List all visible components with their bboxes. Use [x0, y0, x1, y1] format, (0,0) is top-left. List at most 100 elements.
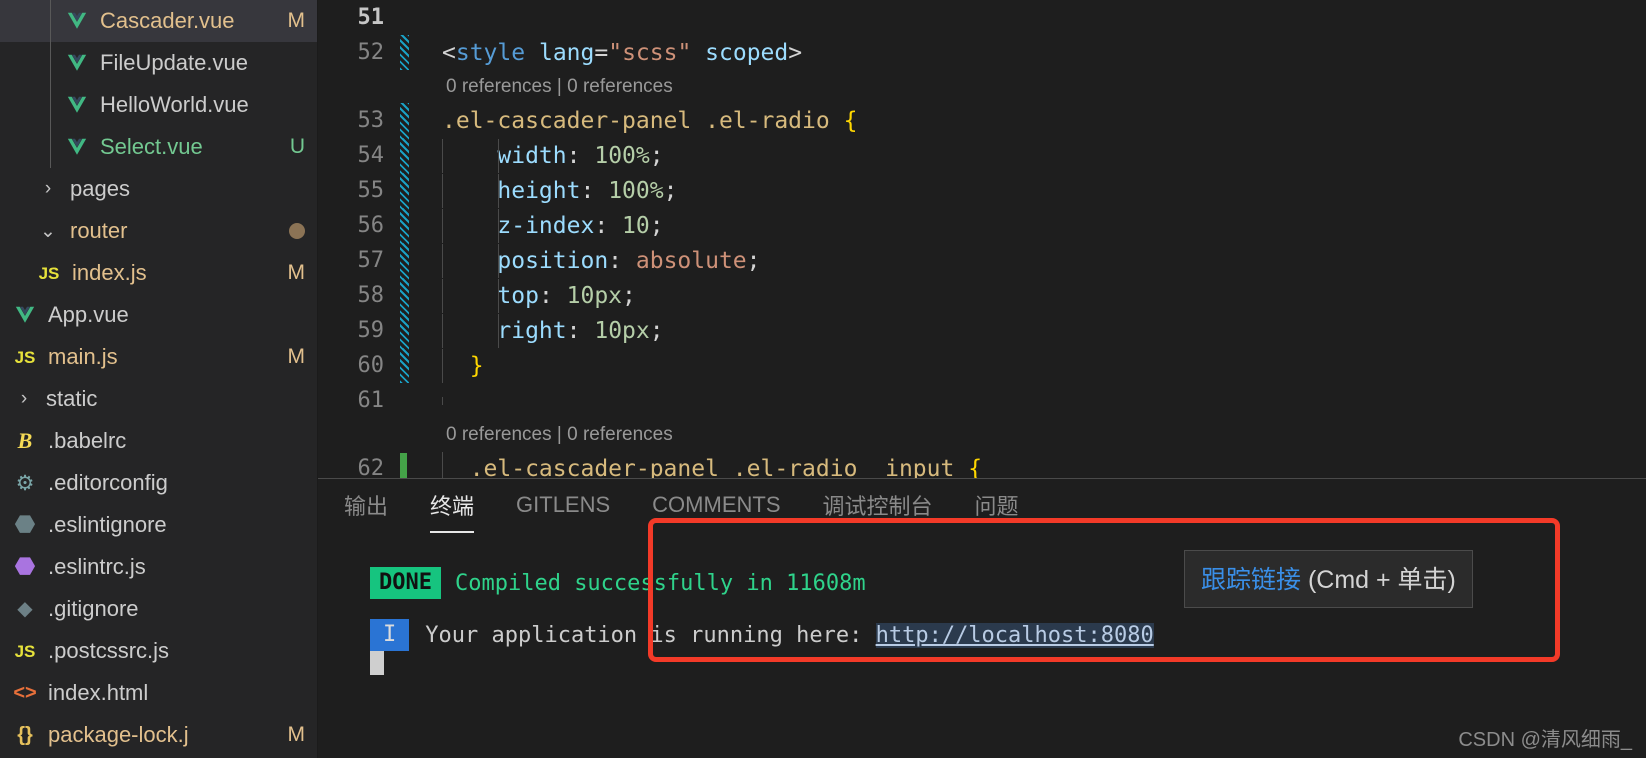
- code-token: top: [497, 282, 539, 309]
- code-line[interactable]: 58 top: 10px;: [318, 278, 1646, 313]
- code-lens-references[interactable]: 0 references | 0 references: [318, 418, 1646, 451]
- babel-icon: B: [17, 428, 33, 453]
- code-line[interactable]: 57 position: absolute;: [318, 243, 1646, 278]
- tree-item-label: package-lock.j: [48, 722, 189, 747]
- tree-item-helloworld-vue[interactable]: HelloWorld.vue: [0, 84, 317, 126]
- tooltip-hint-label: (Cmd + 单击): [1301, 566, 1456, 594]
- code-text: <style lang="scss" scoped>: [416, 40, 1646, 66]
- code-token: z-index: [497, 212, 595, 239]
- vue-icon: [62, 10, 92, 32]
- tree-item-pages[interactable]: › pages: [0, 168, 317, 210]
- eslint-purple-icon: ⬣: [14, 553, 36, 580]
- vue-icon: [62, 52, 92, 74]
- vue-icon: [10, 304, 40, 326]
- code-token: :: [608, 247, 636, 274]
- tree-item-index-html[interactable]: <> index.html: [0, 672, 317, 714]
- panel-tab-4[interactable]: 调试控制台: [823, 479, 933, 533]
- vue-icon: [62, 136, 92, 158]
- git-status-badge: M: [287, 261, 306, 284]
- code-token: <: [442, 39, 456, 66]
- tree-item-label: static: [46, 386, 98, 411]
- code-line[interactable]: 60 }: [318, 348, 1646, 383]
- panel-tab-bar[interactable]: 输出 终端 GITLENS COMMENTS 调试控制台 问题: [318, 479, 1646, 533]
- chevron-right-icon: ›: [44, 178, 52, 199]
- tree-item-cascader-vue[interactable]: Cascader.vue M: [0, 0, 317, 42]
- tree-item-static[interactable]: › static: [0, 378, 317, 420]
- code-line[interactable]: 59 right: 10px;: [318, 313, 1646, 348]
- tree-item-label: .eslintignore: [48, 512, 167, 537]
- tree-item-label: pages: [70, 176, 130, 201]
- tree-item-postcssrc-js[interactable]: JS .postcssrc.js: [0, 630, 317, 672]
- code-indent-guide: [442, 243, 443, 278]
- tree-item-package-lock-j[interactable]: {} package-lock.j M: [0, 714, 317, 756]
- code-line[interactable]: 54 width: 100%;: [318, 138, 1646, 173]
- code-line[interactable]: 51: [318, 0, 1646, 35]
- tree-item-main-js[interactable]: JS main.js M: [0, 336, 317, 378]
- code-indent-guide: [442, 451, 443, 478]
- code-lens-references[interactable]: 0 references | 0 references: [318, 70, 1646, 103]
- tree-item-router[interactable]: ⌄ router: [0, 210, 317, 252]
- tree-item-label: HelloWorld.vue: [100, 92, 249, 117]
- diff-modified-marker: [394, 208, 416, 243]
- code-line[interactable]: 61: [318, 383, 1646, 418]
- code-token: right: [497, 317, 567, 344]
- code-text: top: 10px;: [416, 278, 1646, 313]
- code-editor[interactable]: 51 52 <style lang="scss" scoped> 0 referenc…: [318, 0, 1646, 478]
- panel-tab-3[interactable]: COMMENTS: [652, 479, 780, 533]
- tree-item-label: .postcssrc.js: [48, 638, 170, 663]
- tree-indent-guide: [50, 84, 51, 126]
- tree-item-gitignore[interactable]: ◆ .gitignore: [0, 588, 317, 630]
- code-line[interactable]: 55 height: 100%;: [318, 173, 1646, 208]
- code-line[interactable]: 62 .el-cascader-panel .el-radio__input {: [318, 451, 1646, 478]
- code-text: width: 100%;: [416, 138, 1646, 173]
- tree-item-eslintrc-js[interactable]: ⬣ .eslintrc.js: [0, 546, 317, 588]
- code-token: width: [497, 142, 567, 169]
- chevron-right-icon: ›: [20, 388, 28, 409]
- link-tooltip: 跟踪链接 (Cmd + 单击): [1184, 550, 1473, 608]
- panel-tab-5[interactable]: 问题: [975, 479, 1019, 533]
- code-token: :: [566, 142, 595, 169]
- localhost-link[interactable]: http://localhost:8080: [875, 622, 1154, 648]
- watermark: CSDN @清风细雨_: [1458, 729, 1632, 751]
- unsaved-dot-indicator: [289, 223, 305, 239]
- tree-item-index-js[interactable]: JS index.js M: [0, 252, 317, 294]
- code-line[interactable]: 56 z-index: 10;: [318, 208, 1646, 243]
- code-text: .el-cascader-panel .el-radio {: [416, 108, 1646, 134]
- json-icon: {}: [17, 724, 33, 746]
- panel-tab-1[interactable]: 终端: [430, 479, 475, 533]
- gear-icon: ⚙: [15, 471, 35, 495]
- code-indent-guide: [498, 278, 499, 313]
- git-status-badge: U: [289, 135, 305, 158]
- tree-item-editorconfig[interactable]: ⚙ .editorconfig: [0, 462, 317, 504]
- tree-item-app-vue[interactable]: App.vue: [0, 294, 317, 336]
- tree-item-select-vue[interactable]: Select.vue U: [0, 126, 317, 168]
- code-token: 10px: [566, 282, 623, 309]
- line-number: 53: [357, 108, 385, 133]
- code-token: "scss": [608, 39, 692, 66]
- js-icon: JS: [38, 263, 60, 283]
- tree-item-eslintignore[interactable]: ⬣ .eslintignore: [0, 504, 317, 546]
- tree-item-label: index.html: [48, 680, 149, 705]
- tree-item-label: App.vue: [48, 302, 129, 327]
- line-number: 59: [357, 318, 385, 343]
- diff-modified-marker: [394, 35, 416, 70]
- code-line[interactable]: 52 <style lang="scss" scoped>: [318, 35, 1646, 70]
- file-tree[interactable]: Cascader.vue M FileUpdate.vue HelloWorld.vu…: [0, 0, 317, 756]
- tree-item-babelrc[interactable]: B .babelrc: [0, 420, 317, 462]
- gutter-spacer: [394, 383, 416, 418]
- code-token: position: [497, 247, 609, 274]
- code-token: lang: [538, 39, 595, 66]
- code-token: ;: [649, 142, 664, 169]
- tree-item-fileupdate-vue[interactable]: FileUpdate.vue: [0, 42, 317, 84]
- panel-tab-2[interactable]: GITLENS: [516, 479, 610, 533]
- line-number: 57: [357, 248, 385, 273]
- line-number: 52: [357, 40, 385, 65]
- code-token: .el-cascader-panel .el-radio: [442, 107, 844, 134]
- code-line[interactable]: 53 .el-cascader-panel .el-radio {: [318, 103, 1646, 138]
- explorer-sidebar[interactable]: Cascader.vue M FileUpdate.vue HelloWorld.vu…: [0, 0, 318, 758]
- panel-tab-0[interactable]: 输出: [344, 479, 388, 533]
